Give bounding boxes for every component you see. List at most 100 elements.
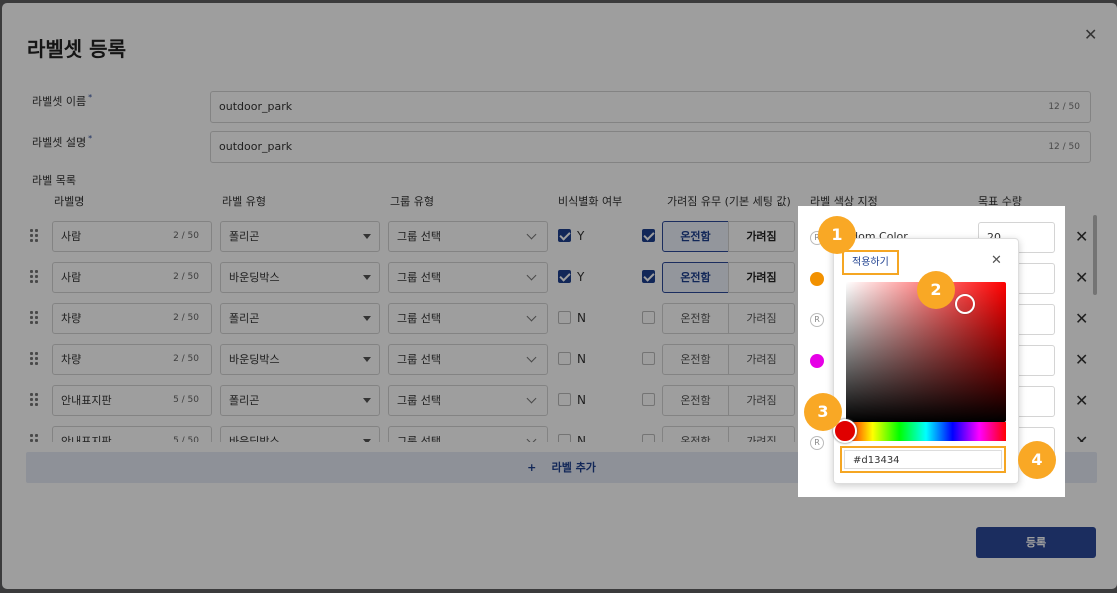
desc-input[interactable]: outdoor_park 12 / 50 bbox=[210, 131, 1091, 163]
occlusion-hidden-option[interactable]: 가려짐 bbox=[728, 221, 795, 252]
label-type-select[interactable]: 바운딩박스 bbox=[220, 262, 380, 293]
occlusion-full-option[interactable]: 온전함 bbox=[662, 303, 729, 334]
drag-handle-icon[interactable] bbox=[30, 270, 40, 284]
label-name-input[interactable]: 사람 2 / 50 bbox=[52, 221, 212, 252]
caret-down-icon bbox=[363, 357, 371, 362]
chevron-down-icon bbox=[526, 229, 537, 240]
occlusion-full-option[interactable]: 온전함 bbox=[662, 221, 729, 252]
occlusion-checkbox[interactable] bbox=[642, 229, 655, 242]
hex-input-highlight: #d13434 bbox=[840, 446, 1006, 473]
group-type-select[interactable]: 그룹 선택 bbox=[388, 221, 548, 252]
random-color-icon[interactable]: R bbox=[810, 313, 824, 327]
drag-handle-icon[interactable] bbox=[30, 352, 40, 366]
label-name-input[interactable]: 차량 2 / 50 bbox=[52, 344, 212, 375]
delete-row-icon[interactable]: ✕ bbox=[1075, 268, 1088, 287]
delete-row-icon[interactable]: ✕ bbox=[1075, 350, 1088, 369]
label-type-select[interactable]: 폴리곤 bbox=[220, 385, 380, 416]
deid-checkbox[interactable] bbox=[558, 393, 571, 406]
occlusion-checkbox[interactable] bbox=[642, 393, 655, 406]
chevron-down-icon bbox=[526, 352, 537, 363]
occlusion-hidden-option[interactable]: 가려짐 bbox=[728, 344, 795, 375]
drag-handle-icon[interactable] bbox=[30, 229, 40, 243]
col-header-type: 라벨 유형 bbox=[222, 195, 266, 208]
delete-row-icon[interactable]: ✕ bbox=[1075, 309, 1088, 328]
label-type-select[interactable]: 바운딩박스 bbox=[220, 344, 380, 375]
hue-slider[interactable] bbox=[846, 422, 1006, 441]
hex-input[interactable]: #d13434 bbox=[844, 450, 1002, 469]
apply-button[interactable]: 적용하기 bbox=[842, 250, 899, 275]
col-header-group: 그룹 유형 bbox=[390, 195, 434, 208]
occlusion-hidden-option[interactable]: 가려짐 bbox=[728, 426, 795, 442]
occlusion-hidden-option[interactable]: 가려짐 bbox=[728, 303, 795, 334]
deid-value: N bbox=[577, 434, 586, 442]
label-name-input[interactable]: 안내표지판 5 / 50 bbox=[52, 426, 212, 442]
caret-down-icon bbox=[363, 234, 371, 239]
occlusion-full-option[interactable]: 온전함 bbox=[662, 426, 729, 442]
label-type-select[interactable]: 폴리곤 bbox=[220, 303, 380, 334]
caret-down-icon bbox=[363, 398, 371, 403]
group-type-select[interactable]: 그룹 선택 bbox=[388, 426, 548, 442]
label-name-input[interactable]: 사람 2 / 50 bbox=[52, 262, 212, 293]
label-name-count: 2 / 50 bbox=[173, 354, 199, 364]
delete-row-icon[interactable]: ✕ bbox=[1075, 227, 1088, 246]
random-color-icon[interactable]: R bbox=[810, 436, 824, 450]
drag-handle-icon[interactable] bbox=[30, 311, 40, 325]
deid-value: N bbox=[577, 352, 586, 366]
group-type-select[interactable]: 그룹 선택 bbox=[388, 262, 548, 293]
delete-row-icon[interactable]: ✕ bbox=[1075, 432, 1088, 442]
group-type-select[interactable]: 그룹 선택 bbox=[388, 385, 548, 416]
deid-checkbox[interactable] bbox=[558, 229, 571, 242]
occlusion-checkbox[interactable] bbox=[642, 311, 655, 324]
chevron-down-icon bbox=[526, 270, 537, 281]
plus-icon: + bbox=[527, 461, 537, 474]
occlusion-checkbox[interactable] bbox=[642, 352, 655, 365]
occlusion-checkbox[interactable] bbox=[642, 434, 655, 442]
label-type-select[interactable]: 폴리곤 bbox=[220, 221, 380, 252]
color-swatch[interactable] bbox=[810, 272, 824, 286]
deid-checkbox[interactable] bbox=[558, 352, 571, 365]
occlusion-checkbox[interactable] bbox=[642, 270, 655, 283]
label-name-count: 5 / 50 bbox=[173, 395, 199, 405]
caret-down-icon bbox=[363, 316, 371, 321]
label-type-select[interactable]: 바운딩박스 bbox=[220, 426, 380, 442]
delete-row-icon[interactable]: ✕ bbox=[1075, 391, 1088, 410]
occlusion-full-option[interactable]: 온전함 bbox=[662, 385, 729, 416]
deid-value: N bbox=[577, 393, 586, 407]
scrollbar[interactable] bbox=[1093, 215, 1097, 295]
deid-value: Y bbox=[577, 270, 585, 284]
col-header-name: 라벨명 bbox=[54, 195, 85, 208]
color-swatch[interactable] bbox=[810, 354, 824, 368]
occlusion-hidden-option[interactable]: 가려짐 bbox=[728, 385, 795, 416]
col-header-deid: 비식별화 여부 bbox=[558, 195, 623, 208]
deid-value: N bbox=[577, 311, 586, 325]
drag-handle-icon[interactable] bbox=[30, 393, 40, 407]
occlusion-hidden-option[interactable]: 가려짐 bbox=[728, 262, 795, 293]
chevron-down-icon bbox=[526, 434, 537, 442]
group-type-select[interactable]: 그룹 선택 bbox=[388, 303, 548, 334]
drag-handle-icon[interactable] bbox=[30, 434, 40, 442]
caret-down-icon bbox=[363, 439, 371, 442]
sv-cursor[interactable] bbox=[955, 294, 975, 314]
deid-checkbox[interactable] bbox=[558, 434, 571, 442]
name-char-count: 12 / 50 bbox=[1048, 102, 1080, 112]
annotation-badge-4: 4 bbox=[1018, 441, 1056, 479]
name-input[interactable]: outdoor_park 12 / 50 bbox=[210, 91, 1091, 123]
desc-char-count: 12 / 50 bbox=[1048, 142, 1080, 152]
submit-button[interactable]: 등록 bbox=[976, 527, 1096, 558]
dialog-close-icon[interactable]: ✕ bbox=[1084, 27, 1097, 43]
deid-checkbox[interactable] bbox=[558, 270, 571, 283]
label-name-count: 2 / 50 bbox=[173, 272, 199, 282]
col-header-occlusion: 가려짐 유무 (기본 세팅 값) bbox=[667, 195, 791, 208]
label-name-count: 2 / 50 bbox=[173, 231, 199, 241]
picker-close-icon[interactable]: ✕ bbox=[991, 253, 1002, 269]
label-name-input[interactable]: 차량 2 / 50 bbox=[52, 303, 212, 334]
group-type-select[interactable]: 그룹 선택 bbox=[388, 344, 548, 375]
chevron-down-icon bbox=[526, 311, 537, 322]
occlusion-full-option[interactable]: 온전함 bbox=[662, 344, 729, 375]
deid-value: Y bbox=[577, 229, 585, 243]
color-picker-spotlight: 사람2 / 50폴리곤그룹 선택Y온전함가려짐RRandom Color20✕사… bbox=[798, 206, 1065, 497]
deid-checkbox[interactable] bbox=[558, 311, 571, 324]
occlusion-full-option[interactable]: 온전함 bbox=[662, 262, 729, 293]
label-name-input[interactable]: 안내표지판 5 / 50 bbox=[52, 385, 212, 416]
name-label: 라벨셋 이름 * bbox=[32, 93, 93, 108]
